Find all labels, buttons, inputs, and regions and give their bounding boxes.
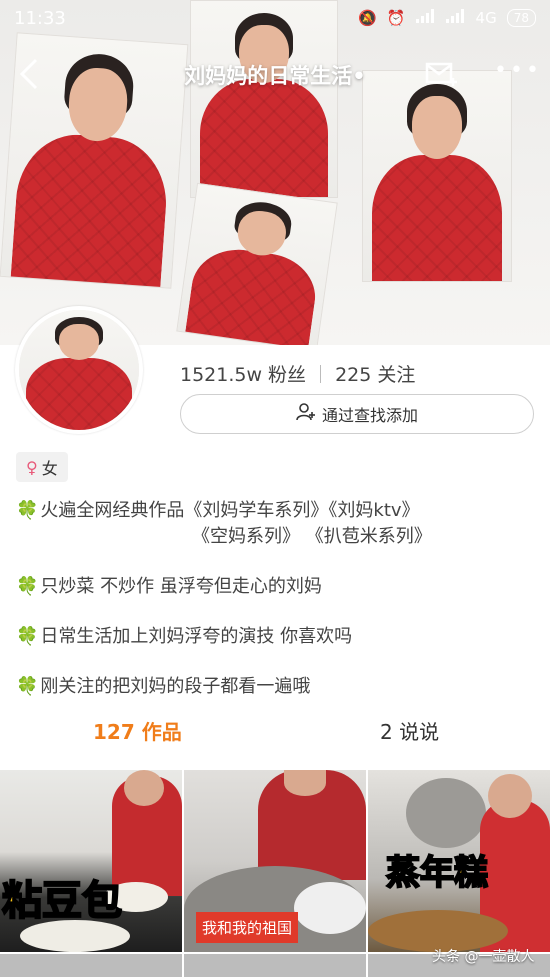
profile-screen: 11:33 🔕 ⏰ 4G 78 刘妈妈的日常生活• ••• 1521.5w 粉丝… [0, 0, 550, 977]
alarm-icon: ⏰ [386, 9, 406, 27]
profile-tabs: 127 作品 2 说说 [0, 716, 550, 756]
tab-works[interactable]: 127 作品 [93, 716, 182, 745]
status-time: 11:33 [14, 7, 66, 29]
bio-line: 《空妈系列》 《扒苞米系列》 [192, 526, 432, 547]
signal-icon [415, 9, 436, 27]
video-thumbnail[interactable] [0, 954, 182, 977]
video-thumbnail[interactable]: 我和我的祖国 [184, 770, 366, 952]
status-icons: 🔕 ⏰ 4G 78 [358, 9, 536, 27]
avatar[interactable] [15, 306, 143, 434]
clover-icon: 🍀 [16, 576, 39, 597]
add-via-search-label: 通过查找添加 [321, 406, 418, 425]
gender-label: 女 [41, 459, 58, 478]
network-type: 4G [475, 9, 497, 27]
video-thumbnail[interactable] [184, 954, 366, 977]
message-add-icon[interactable] [425, 60, 459, 88]
clover-icon: 🍀 [16, 500, 39, 521]
add-user-icon [296, 402, 316, 426]
collage-photo [176, 182, 338, 345]
female-icon: ♀ [26, 457, 38, 477]
fans-count[interactable]: 1521.5w 粉丝 [180, 360, 306, 387]
signal-icon [445, 9, 466, 27]
more-icon[interactable]: ••• [494, 58, 542, 83]
add-via-search-button[interactable]: 通过查找添加 [180, 394, 534, 434]
status-bar: 11:33 🔕 ⏰ 4G 78 [0, 0, 550, 36]
watermark: 头条 @一壶散人 [432, 949, 535, 965]
bio-line: 火遍全网经典作品《刘妈学车系列》《刘妈ktv》 [40, 500, 420, 521]
bio-line: 日常生活加上刘妈浮夸的演技 你喜欢吗 [40, 626, 353, 647]
video-thumbnail[interactable]: 蒸年糕 [368, 770, 550, 952]
bio-line: 刚关注的把刘妈的段子都看一遍哦 [40, 676, 311, 697]
profile-stats: 1521.5w 粉丝 225 关注 [180, 360, 415, 387]
video-caption: 粘豆包 [1, 877, 123, 925]
mute-icon: 🔕 [358, 9, 377, 27]
video-tag: 我和我的祖国 [196, 912, 299, 943]
clover-icon: 🍀 [16, 676, 39, 697]
page-title: 刘妈妈的日常生活• [184, 64, 366, 88]
battery-icon: 78 [506, 9, 536, 27]
bio-line: 只炒菜 不炒作 虽浮夸但走心的刘妈 [40, 576, 322, 597]
divider [320, 364, 322, 383]
bio: 🍀 火遍全网经典作品《刘妈学车系列》《刘妈ktv》 《空妈系列》 《扒苞米系列》 … [16, 498, 536, 700]
gender-badge: ♀ 女 [16, 452, 68, 482]
following-count[interactable]: 225 关注 [335, 360, 415, 387]
top-nav: 刘妈妈的日常生活• ••• [0, 50, 550, 100]
tab-posts[interactable]: 2 说说 [380, 716, 439, 745]
collage-photo [362, 70, 512, 282]
clover-icon: 🍀 [16, 626, 39, 647]
video-caption: 蒸年糕 [385, 852, 489, 894]
video-thumbnail[interactable]: 粘豆包 [0, 770, 182, 952]
